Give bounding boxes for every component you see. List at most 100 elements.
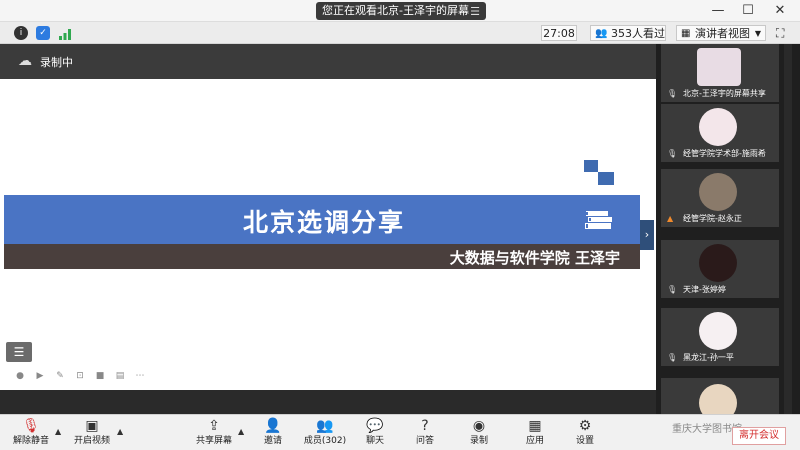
- avatar: [699, 173, 737, 211]
- share-screen-button[interactable]: ⇪ 共享屏幕: [192, 417, 236, 449]
- share-status-pill[interactable]: 您正在观看北京-王泽宇的屏幕 ☰: [316, 2, 486, 20]
- minimize-button[interactable]: —: [706, 2, 730, 20]
- title-bar: 您正在观看北京-王泽宇的屏幕 ☰ — ☐ ✕: [0, 0, 800, 22]
- mic-muted-icon: 🎙: [667, 353, 678, 362]
- participant-name: 天津-张婷婷: [683, 285, 726, 294]
- list-icon[interactable]: ☰: [6, 342, 32, 362]
- avatar: [697, 48, 741, 86]
- view-mode-label: 演讲者视图: [695, 27, 750, 40]
- slide-subtitle-band: 大数据与软件学院 王泽宇: [4, 244, 640, 269]
- fullscreen-icon[interactable]: ⛶: [776, 26, 784, 41]
- avatar: [699, 312, 737, 350]
- apps-button[interactable]: ▦ 应用: [520, 417, 550, 449]
- unmute-label: 解除静音: [12, 436, 49, 446]
- participant-name-row: ▲ 经管学院-赵永正: [661, 213, 779, 225]
- leave-meeting-button[interactable]: 离开会议: [732, 427, 786, 445]
- meeting-toolbar: 🎙 解除静音 ▲ ▣ 开启视频 ▲ ⇪ 共享屏幕 ▲ 👤 邀请 👥 成员(302…: [0, 414, 800, 450]
- members-button[interactable]: 👥 成员(302): [300, 417, 350, 449]
- video-off-icon: ▣: [85, 418, 99, 434]
- mic-muted-icon: 🎙: [22, 418, 40, 434]
- pen-icon[interactable]: ✎: [54, 370, 66, 382]
- recording-label: 录制中: [40, 56, 73, 69]
- hamburger-icon[interactable]: ☰: [470, 3, 480, 21]
- decorative-square: [584, 160, 598, 172]
- recording-bar: ☁ 录制中: [0, 44, 656, 79]
- gear-icon: ⚙: [578, 418, 592, 434]
- participant-tile[interactable]: ▲ 经管学院-赵永正: [661, 169, 779, 227]
- start-video-label: 开启视频: [73, 436, 110, 446]
- books-icon: [584, 209, 614, 231]
- view-mode-dropdown[interactable]: ▦ 演讲者视图 ▼: [676, 25, 766, 41]
- viewers-count[interactable]: 👥 353人看过: [590, 25, 666, 41]
- settings-button[interactable]: ⚙ 设置: [570, 417, 600, 449]
- meeting-timer: 27:08: [541, 25, 577, 41]
- chevron-up-icon[interactable]: ▲: [238, 427, 244, 436]
- screenshot-icon[interactable]: ⊡: [74, 370, 86, 382]
- maximize-button[interactable]: ☐: [736, 2, 760, 20]
- share-status-text: 您正在观看北京-王泽宇的屏幕: [322, 4, 469, 17]
- members-icon: 👥: [316, 418, 334, 434]
- avatar: [699, 108, 737, 146]
- invite-button[interactable]: 👤 邀请: [258, 417, 288, 449]
- participant-name-row: 🎙 经管学院学术部-施雨希: [661, 148, 779, 160]
- participants-panel: 🎙 北京-王泽宇的屏幕共享 🎙 经管学院学术部-施雨希 ▲ 经管学院-赵永正 🎙…: [656, 44, 800, 414]
- meeting-window: 您正在观看北京-王泽宇的屏幕 ☰ — ☐ ✕ i ✓ 27:08 👥 353人看…: [0, 0, 800, 450]
- participant-tile[interactable]: [661, 378, 779, 414]
- chevron-up-icon[interactable]: ▲: [55, 427, 61, 436]
- apps-icon: ▦: [528, 418, 542, 434]
- unmute-button[interactable]: 🎙 解除静音: [10, 417, 52, 449]
- participant-name: 黑龙江-孙一平: [683, 353, 734, 362]
- eye-icon[interactable]: ●: [14, 370, 26, 382]
- participant-tile[interactable]: 🎙 天津-张婷婷: [661, 240, 779, 298]
- invite-label: 邀请: [263, 436, 282, 446]
- decorative-square: [598, 172, 614, 185]
- participant-name: 经管学院学术部-施雨希: [683, 149, 766, 158]
- user-icon: ▲: [667, 214, 674, 223]
- viewers-label: 353人看过: [611, 27, 665, 40]
- slide-subtitle: 大数据与软件学院 王泽宇: [449, 249, 620, 267]
- chevron-up-icon[interactable]: ▲: [117, 427, 123, 436]
- qa-button[interactable]: ? 问答: [410, 417, 440, 449]
- participant-name-row: 🎙 天津-张婷婷: [661, 284, 779, 296]
- mic-muted-icon: 🎙: [667, 149, 678, 158]
- slide-title-band: 北京选调分享: [4, 195, 640, 244]
- meeting-info-bar: i ✓ 27:08 👥 353人看过 ▦ 演讲者视图 ▼ ⛶: [0, 22, 800, 44]
- comment-icon[interactable]: ▤: [114, 370, 126, 382]
- participant-tile[interactable]: 🎙 北京-王泽宇的屏幕共享: [661, 44, 779, 102]
- play-icon[interactable]: ▶: [34, 370, 46, 382]
- avatar: [699, 384, 737, 414]
- info-icon[interactable]: i: [14, 26, 28, 40]
- shared-screen: ☁ 录制中 北京选调分享 大数据与软件学院 王泽宇 › ☰ ● ▶ ✎ ⊡ ■ …: [0, 44, 656, 390]
- start-video-button[interactable]: ▣ 开启视频: [70, 417, 114, 449]
- question-icon: ?: [421, 418, 429, 434]
- more-icon[interactable]: ⋯: [134, 370, 146, 382]
- chat-button[interactable]: 💬 聊天: [360, 417, 390, 449]
- participant-tile[interactable]: 🎙 经管学院学术部-施雨希: [661, 104, 779, 162]
- participant-tile[interactable]: 🎙 黑龙江-孙一平: [661, 308, 779, 366]
- participant-name: 北京-王泽宇的屏幕共享: [683, 89, 766, 98]
- camera-icon[interactable]: ■: [94, 370, 106, 382]
- grid-icon: ▦: [681, 28, 691, 39]
- shield-icon[interactable]: ✓: [36, 26, 50, 40]
- chevron-down-icon: ▼: [754, 29, 761, 38]
- share-bottom-strip: [0, 390, 656, 414]
- share-screen-label: 共享屏幕: [195, 436, 232, 446]
- qa-label: 问答: [415, 436, 434, 446]
- record-button[interactable]: ◉ 录制: [464, 417, 494, 449]
- participant-name: 经管学院-赵永正: [683, 214, 742, 223]
- members-label: 成员(302): [303, 436, 347, 446]
- chat-icon: 💬: [366, 418, 384, 434]
- settings-label: 设置: [575, 436, 594, 446]
- slide-title: 北京选调分享: [242, 208, 405, 237]
- share-screen-icon: ⇪: [208, 418, 220, 434]
- chat-label: 聊天: [365, 436, 384, 446]
- participant-name-row: 🎙 北京-王泽宇的屏幕共享: [661, 88, 779, 100]
- signal-icon[interactable]: [58, 26, 72, 40]
- mic-icon: 🎙: [667, 89, 678, 98]
- close-button[interactable]: ✕: [768, 2, 792, 20]
- record-icon: ◉: [472, 418, 486, 434]
- add-user-icon: 👤: [264, 418, 282, 434]
- panel-scrollbar[interactable]: [784, 44, 792, 414]
- participant-name-row: 🎙 黑龙江-孙一平: [661, 352, 779, 364]
- expand-panel-button[interactable]: ›: [640, 220, 654, 250]
